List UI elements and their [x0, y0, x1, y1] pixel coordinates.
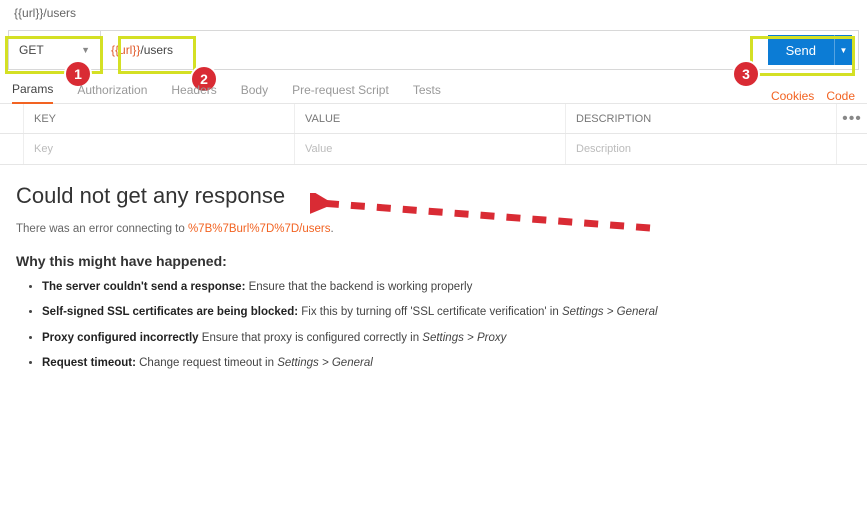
response-panel: Could not get any response There was an …	[0, 165, 867, 390]
params-description-input[interactable]: Description	[566, 134, 837, 164]
reason-italic: Settings > Proxy	[422, 332, 506, 344]
reason-text: Change request timeout in	[136, 357, 277, 369]
request-url-input[interactable]: {{url}}/users	[101, 31, 768, 69]
params-col-description: DESCRIPTION	[566, 104, 837, 133]
params-value-input[interactable]: Value	[295, 134, 566, 164]
chevron-down-icon: ▼	[81, 45, 90, 55]
params-more-menu[interactable]: •••	[837, 104, 867, 133]
tabs-right-links: Cookies Code	[771, 89, 855, 103]
code-link[interactable]: Code	[826, 89, 855, 103]
list-item: Proxy configured incorrectly Ensure that…	[42, 330, 851, 347]
tab-params[interactable]: Params	[12, 82, 53, 104]
list-item: Self-signed SSL certificates are being b…	[42, 304, 851, 321]
tab-tests[interactable]: Tests	[413, 83, 441, 103]
reason-bold: Proxy configured incorrectly	[42, 332, 199, 344]
chevron-down-icon: ▼	[840, 46, 848, 55]
params-row-extra	[837, 134, 867, 164]
reason-text: Ensure that the backend is working prope…	[245, 281, 472, 293]
request-url-breadcrumb: {{url}}/users	[0, 0, 867, 24]
response-error-message: There was an error connecting to %7B%7Bu…	[16, 223, 851, 235]
url-variable-segment: {{url}}	[111, 43, 140, 57]
http-method-value: GET	[19, 43, 44, 57]
reason-bold: The server couldn't send a response:	[42, 281, 245, 293]
params-checkbox-col	[0, 104, 24, 133]
tab-prerequest[interactable]: Pre-request Script	[292, 83, 389, 103]
url-path-segment: /users	[140, 43, 173, 57]
reason-text: Ensure that proxy is configured correctl…	[199, 332, 423, 344]
params-col-key: KEY	[24, 104, 295, 133]
params-col-value: VALUE	[295, 104, 566, 133]
http-method-select[interactable]: GET ▼	[9, 31, 101, 69]
list-item: The server couldn't send a response: Ens…	[42, 279, 851, 296]
params-table: KEY VALUE DESCRIPTION ••• Key Value Desc…	[0, 104, 867, 165]
reason-italic: Settings > General	[562, 306, 658, 318]
reason-bold: Request timeout:	[42, 357, 136, 369]
reason-bold: Self-signed SSL certificates are being b…	[42, 306, 298, 318]
response-error-url[interactable]: %7B%7Burl%7D%7D/users	[188, 223, 331, 235]
tab-headers[interactable]: Headers	[171, 83, 216, 103]
reason-italic: Settings > General	[277, 357, 373, 369]
response-error-prefix: There was an error connecting to	[16, 223, 188, 235]
send-button[interactable]: Send	[768, 35, 834, 65]
send-button-dropdown[interactable]: ▼	[834, 35, 852, 65]
response-error-suffix: .	[331, 223, 334, 235]
list-item: Request timeout: Change request timeout …	[42, 355, 851, 372]
request-tabs: Params Authorization Headers Body Pre-re…	[0, 74, 867, 104]
send-button-group: Send ▼	[768, 31, 858, 69]
response-why-heading: Why this might have happened:	[16, 253, 851, 269]
params-table-header: KEY VALUE DESCRIPTION •••	[0, 104, 867, 134]
params-table-row: Key Value Description	[0, 134, 867, 164]
reason-text: Fix this by turning off 'SSL certificate…	[298, 306, 562, 318]
params-row-checkbox[interactable]	[0, 134, 24, 164]
request-row: GET ▼ {{url}}/users Send ▼	[8, 30, 859, 70]
more-icon: •••	[842, 110, 862, 128]
tab-body[interactable]: Body	[241, 83, 268, 103]
response-title: Could not get any response	[16, 183, 851, 209]
tab-authorization[interactable]: Authorization	[77, 83, 147, 103]
cookies-link[interactable]: Cookies	[771, 89, 814, 103]
params-key-input[interactable]: Key	[24, 134, 295, 164]
response-reason-list: The server couldn't send a response: Ens…	[16, 279, 851, 372]
